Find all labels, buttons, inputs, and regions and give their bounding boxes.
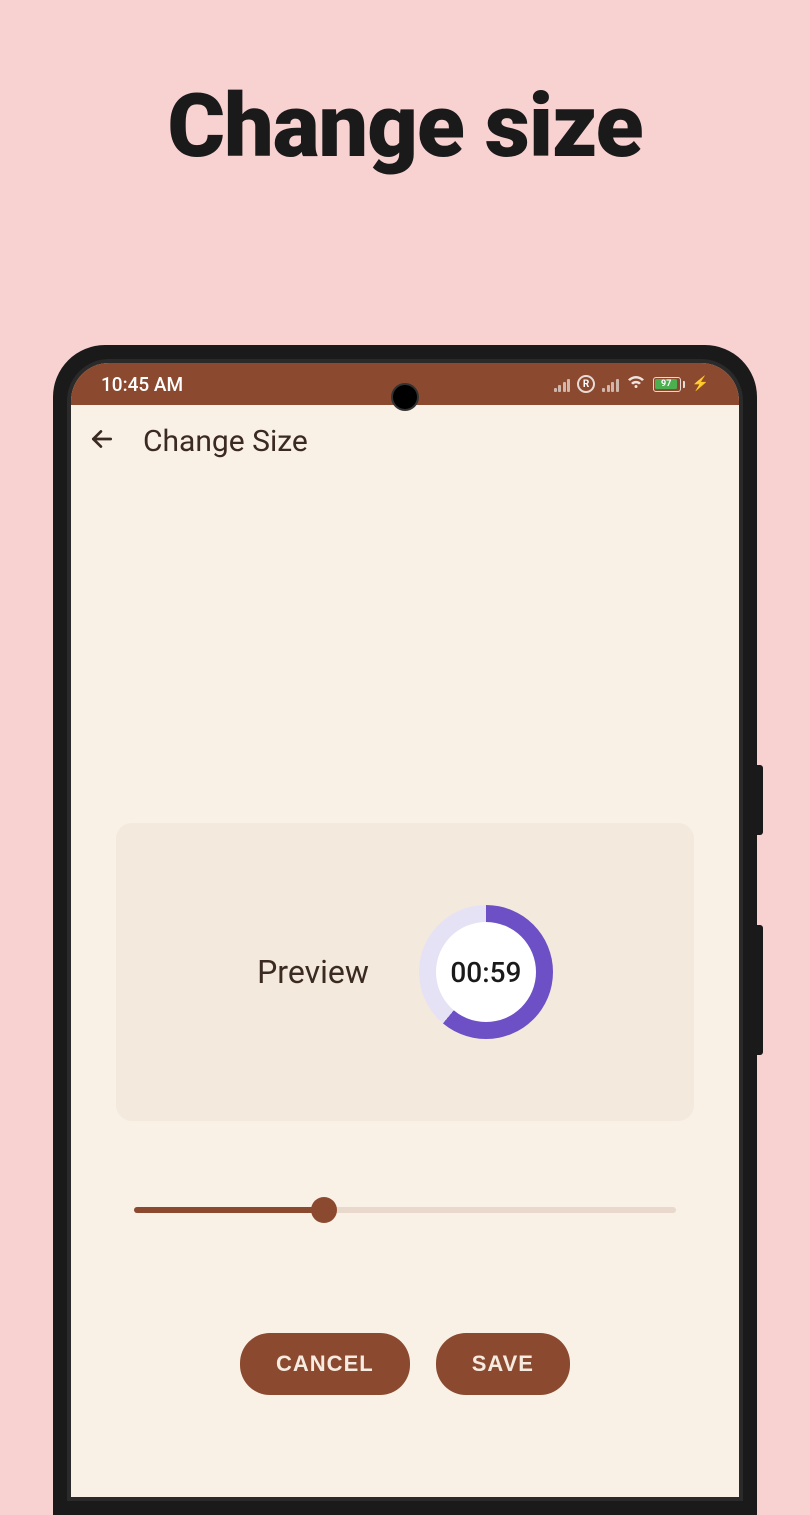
charging-icon: ⚡ xyxy=(692,376,709,392)
header-title: Change Size xyxy=(143,424,308,459)
registered-icon: R xyxy=(577,375,595,393)
cancel-button[interactable]: CANCEL xyxy=(240,1333,410,1395)
wifi-icon xyxy=(626,374,646,395)
battery-icon: 97 xyxy=(653,377,685,392)
signal-icon xyxy=(554,377,571,392)
timer-widget: 00:59 xyxy=(419,905,553,1039)
size-slider[interactable] xyxy=(116,1195,694,1225)
timer-value: 00:59 xyxy=(450,956,521,989)
save-button[interactable]: SAVE xyxy=(436,1333,570,1395)
back-arrow-icon[interactable] xyxy=(89,426,115,456)
camera-hole xyxy=(391,383,419,411)
signal-icon-2 xyxy=(602,377,619,392)
app-header: Change Size xyxy=(71,405,739,477)
preview-card: Preview 00:59 xyxy=(116,823,694,1121)
slider-thumb[interactable] xyxy=(311,1197,337,1223)
phone-frame: 10:45 AM R xyxy=(53,345,757,1515)
page-title: Change size xyxy=(0,75,810,178)
status-time: 10:45 AM xyxy=(101,373,183,396)
preview-label: Preview xyxy=(257,953,369,991)
